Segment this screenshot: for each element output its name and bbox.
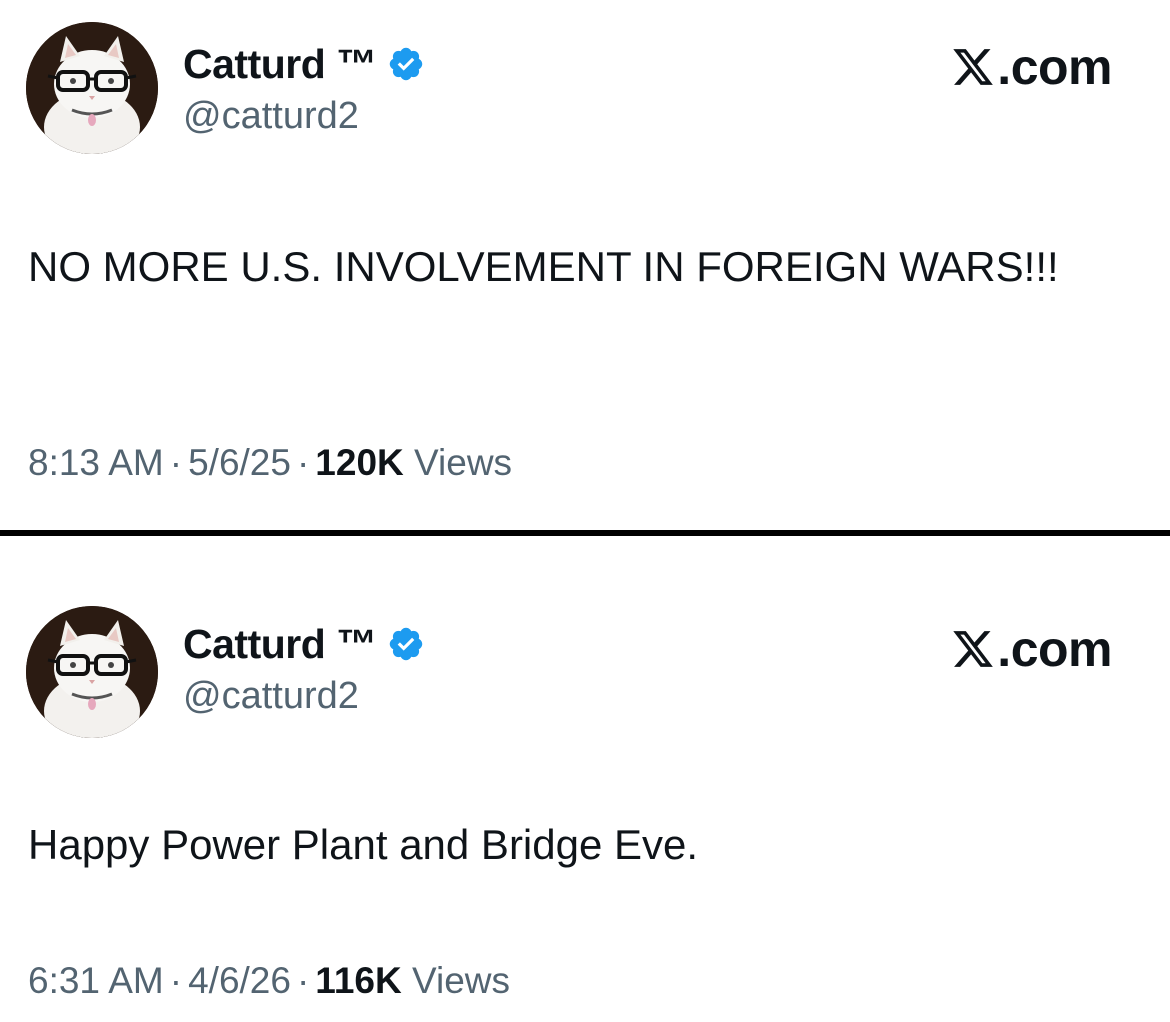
tweet-time[interactable]: 8:13 AM bbox=[28, 442, 164, 483]
views-count: 116K bbox=[315, 960, 402, 1001]
tweet-time[interactable]: 6:31 AM bbox=[28, 960, 164, 1001]
tweet-date[interactable]: 5/6/25 bbox=[188, 442, 291, 483]
tweet-meta: 8:13 AM · 5/6/25 · 120K Views bbox=[28, 442, 512, 484]
views-label: Views bbox=[414, 442, 513, 483]
display-name[interactable]: Catturd ™ bbox=[183, 621, 377, 668]
tweet-card[interactable]: Catturd ™ @catturd2 .com Happy Power Pla… bbox=[0, 538, 1170, 1022]
tweet-card[interactable]: Catturd ™ @catturd2 .com NO MORE U.S. IN… bbox=[0, 0, 1170, 530]
x-logo-icon bbox=[951, 627, 995, 671]
separator-dot: · bbox=[296, 442, 310, 483]
views-label: Views bbox=[412, 960, 511, 1001]
author-name-row: Catturd ™ bbox=[183, 618, 425, 670]
site-label-text: .com bbox=[997, 621, 1112, 677]
tweet-date[interactable]: 4/6/26 bbox=[188, 960, 291, 1001]
site-label: .com bbox=[951, 620, 1112, 678]
views-count: 120K bbox=[315, 442, 404, 483]
verified-badge-icon bbox=[387, 625, 425, 663]
divider bbox=[0, 530, 1170, 536]
separator-dot: · bbox=[296, 960, 310, 1001]
user-handle[interactable]: @catturd2 bbox=[183, 675, 359, 718]
avatar[interactable] bbox=[26, 606, 158, 738]
avatar[interactable] bbox=[26, 22, 158, 154]
site-label: .com bbox=[951, 38, 1112, 96]
tweet-text: Happy Power Plant and Bridge Eve. bbox=[28, 821, 699, 868]
cat-with-glasses-avatar-icon bbox=[26, 606, 158, 738]
separator-dot: · bbox=[169, 442, 183, 483]
user-handle[interactable]: @catturd2 bbox=[183, 95, 359, 138]
author-name-row: Catturd ™ bbox=[183, 38, 425, 90]
display-name[interactable]: Catturd ™ bbox=[183, 41, 377, 88]
cat-with-glasses-avatar-icon bbox=[26, 22, 158, 154]
x-logo-icon bbox=[951, 45, 995, 89]
tweet-meta: 6:31 AM · 4/6/26 · 116K Views bbox=[28, 960, 510, 1002]
site-label-text: .com bbox=[997, 39, 1112, 95]
separator-dot: · bbox=[169, 960, 183, 1001]
verified-badge-icon bbox=[387, 45, 425, 83]
tweet-text: NO MORE U.S. INVOLVEMENT IN FOREIGN WARS… bbox=[28, 243, 1059, 290]
